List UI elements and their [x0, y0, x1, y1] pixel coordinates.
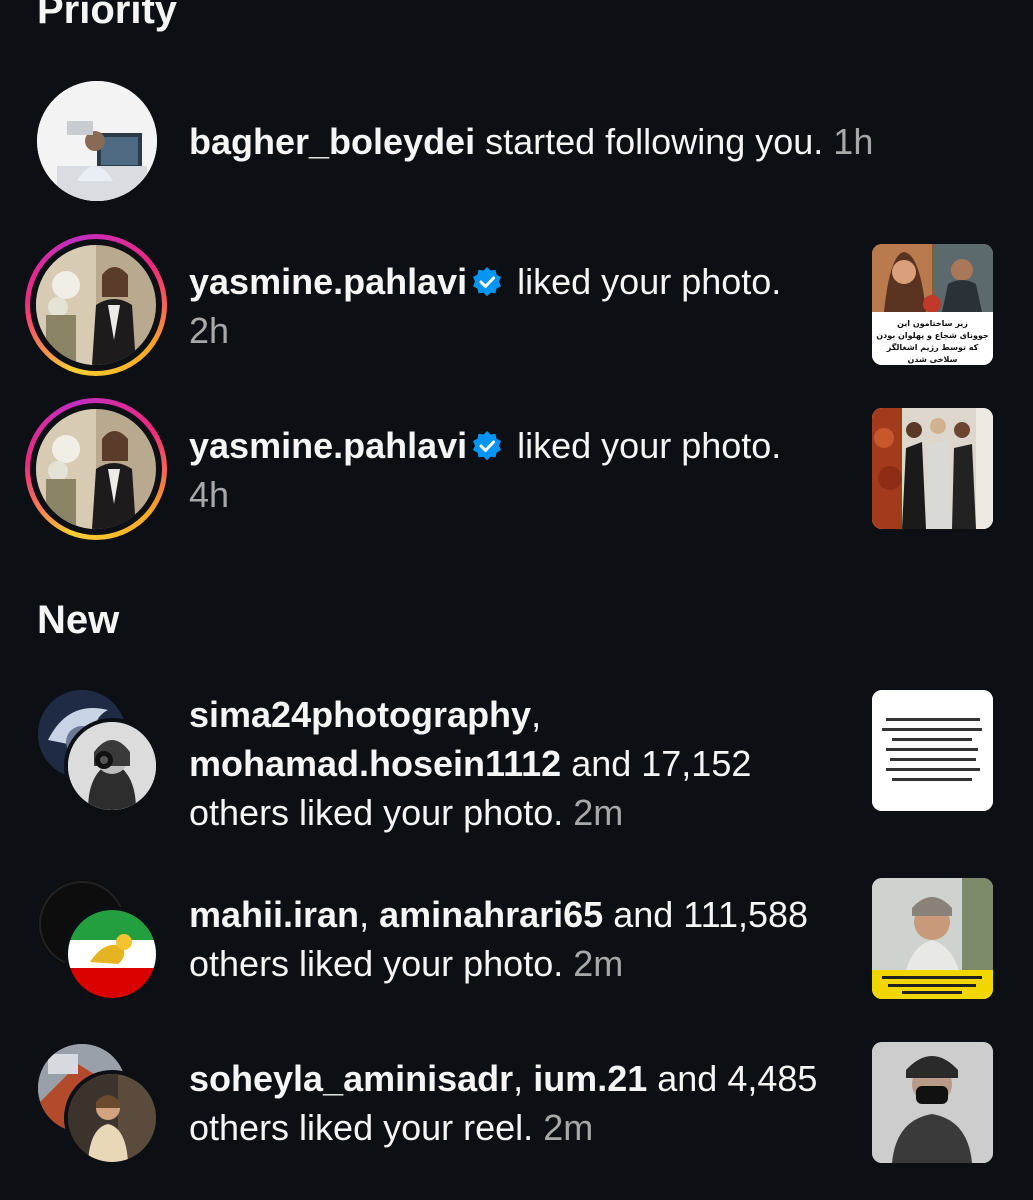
- action-text: liked your photo.: [507, 261, 782, 302]
- username[interactable]: sima24photography: [189, 694, 531, 735]
- avatar[interactable]: [36, 409, 156, 529]
- post-thumbnail[interactable]: [872, 690, 993, 811]
- post-thumbnail[interactable]: [872, 878, 993, 999]
- notification-text: mahii.iran, aminahrari65 and 111,588 othe…: [189, 894, 809, 984]
- action-text: liked your photo.: [507, 425, 782, 466]
- notification-row[interactable]: bagher_boleydei started following you. 1…: [0, 80, 1033, 202]
- timestamp: 4h: [189, 474, 230, 515]
- reel-thumbnail[interactable]: [872, 1042, 993, 1163]
- notification-row[interactable]: mahii.iran, aminahrari65 and 111,588 othe…: [0, 876, 1033, 1002]
- username[interactable]: aminahrari65: [379, 894, 603, 935]
- username[interactable]: bagher_boleydei: [189, 121, 475, 162]
- notification-text: soheyla_aminisadr, ium.21 and 4,485 other…: [189, 1058, 818, 1148]
- timestamp: 2m: [573, 792, 624, 833]
- notification-row[interactable]: yasmine.pahlavi liked your photo. 4h: [0, 396, 1033, 541]
- avatar-front[interactable]: [64, 906, 160, 1002]
- timestamp: 1h: [833, 121, 874, 162]
- avatar[interactable]: [37, 81, 157, 201]
- thumbnail-caption: زیر ساختامون این جوونای شجاع و پهلوان بو…: [876, 319, 989, 364]
- timestamp: 2m: [543, 1107, 594, 1148]
- username[interactable]: yasmine.pahlavi: [189, 261, 467, 302]
- notification-row[interactable]: yasmine.pahlavi liked your photo. 2h زیر…: [0, 232, 1033, 377]
- story-ring[interactable]: [25, 398, 167, 540]
- avatar-front[interactable]: [64, 1070, 160, 1166]
- username[interactable]: mahii.iran: [189, 894, 359, 935]
- notification-text: yasmine.pahlavi liked your photo. 2h: [189, 257, 781, 355]
- timestamp: 2m: [573, 943, 624, 984]
- post-thumbnail[interactable]: زیر ساختامون این جوونای شجاع و پهلوان بو…: [872, 244, 993, 365]
- notification-text: sima24photography, mohamad.hosein1112 an…: [189, 694, 752, 833]
- section-title-priority: Priority: [37, 0, 178, 32]
- username[interactable]: soheyla_aminisadr: [189, 1058, 513, 1099]
- username[interactable]: mohamad.hosein1112: [189, 743, 561, 784]
- story-ring[interactable]: [25, 234, 167, 376]
- avatar-front[interactable]: [64, 718, 160, 814]
- post-thumbnail[interactable]: [872, 408, 993, 529]
- notification-text: bagher_boleydei started following you. 1…: [189, 117, 873, 166]
- section-title-new: New: [37, 598, 120, 642]
- timestamp: 2h: [189, 310, 230, 351]
- username[interactable]: ium.21: [533, 1058, 647, 1099]
- verified-badge-icon: [473, 267, 502, 297]
- notification-row[interactable]: sima24photography, mohamad.hosein1112 an…: [0, 688, 1033, 838]
- notification-row[interactable]: soheyla_aminisadr, ium.21 and 4,485 other…: [0, 1040, 1033, 1166]
- verified-badge-icon: [473, 431, 502, 461]
- notification-text: yasmine.pahlavi liked your photo. 4h: [189, 421, 781, 519]
- username[interactable]: yasmine.pahlavi: [189, 425, 467, 466]
- action-text: started following you.: [475, 121, 824, 162]
- avatar[interactable]: [36, 245, 156, 365]
